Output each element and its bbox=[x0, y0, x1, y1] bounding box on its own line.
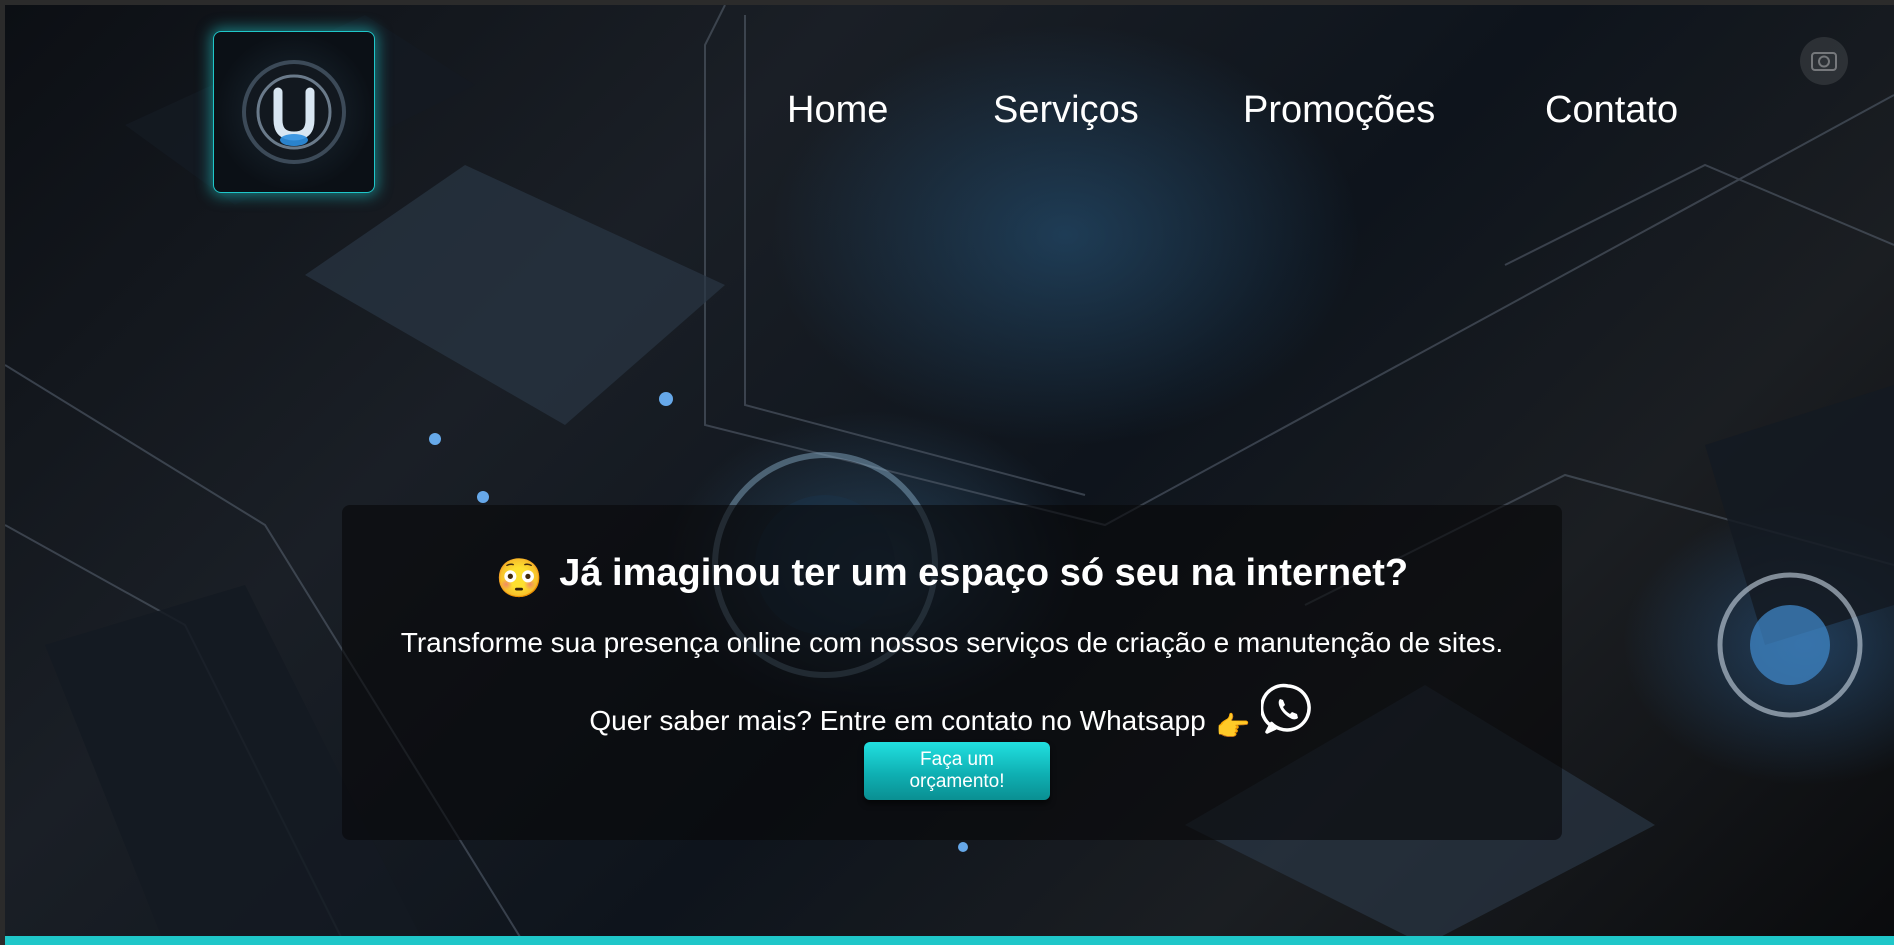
hero-subtitle: Transforme sua presença online com nosso… bbox=[400, 627, 1504, 658]
flushed-face-icon: 😳 bbox=[495, 558, 544, 600]
hero-title: 😳 Já imaginou ter um espaço só seu na int… bbox=[342, 552, 1562, 601]
hero-panel: 😳 Já imaginou ter um espaço só seu na int… bbox=[342, 505, 1562, 840]
bottom-accent-bar bbox=[5, 936, 1894, 945]
hero-cta-line: Quer saber mais? Entre em contato no Wha… bbox=[342, 682, 1562, 743]
nav-item-promocoes[interactable]: Promoções bbox=[1243, 89, 1435, 132]
hero-cta-text: Quer saber mais? Entre em contato no Wha… bbox=[589, 705, 1206, 736]
quote-button[interactable]: Faça um orçamento! bbox=[864, 742, 1050, 800]
hero-title-text: Já imaginou ter um espaço só seu na inte… bbox=[559, 552, 1409, 594]
camera-icon[interactable] bbox=[1800, 37, 1848, 85]
page-frame: Home Serviços Promoções Contato 😳 Já imag… bbox=[5, 5, 1894, 945]
pointing-hand-icon: 👉 bbox=[1215, 711, 1251, 742]
nav-item-contato[interactable]: Contato bbox=[1545, 89, 1678, 132]
nav-item-home[interactable]: Home bbox=[787, 89, 888, 132]
nav-item-servicos[interactable]: Serviços bbox=[993, 89, 1139, 132]
main-nav: Home Serviços Promoções Contato bbox=[5, 89, 1894, 139]
whatsapp-icon[interactable] bbox=[1259, 682, 1315, 736]
